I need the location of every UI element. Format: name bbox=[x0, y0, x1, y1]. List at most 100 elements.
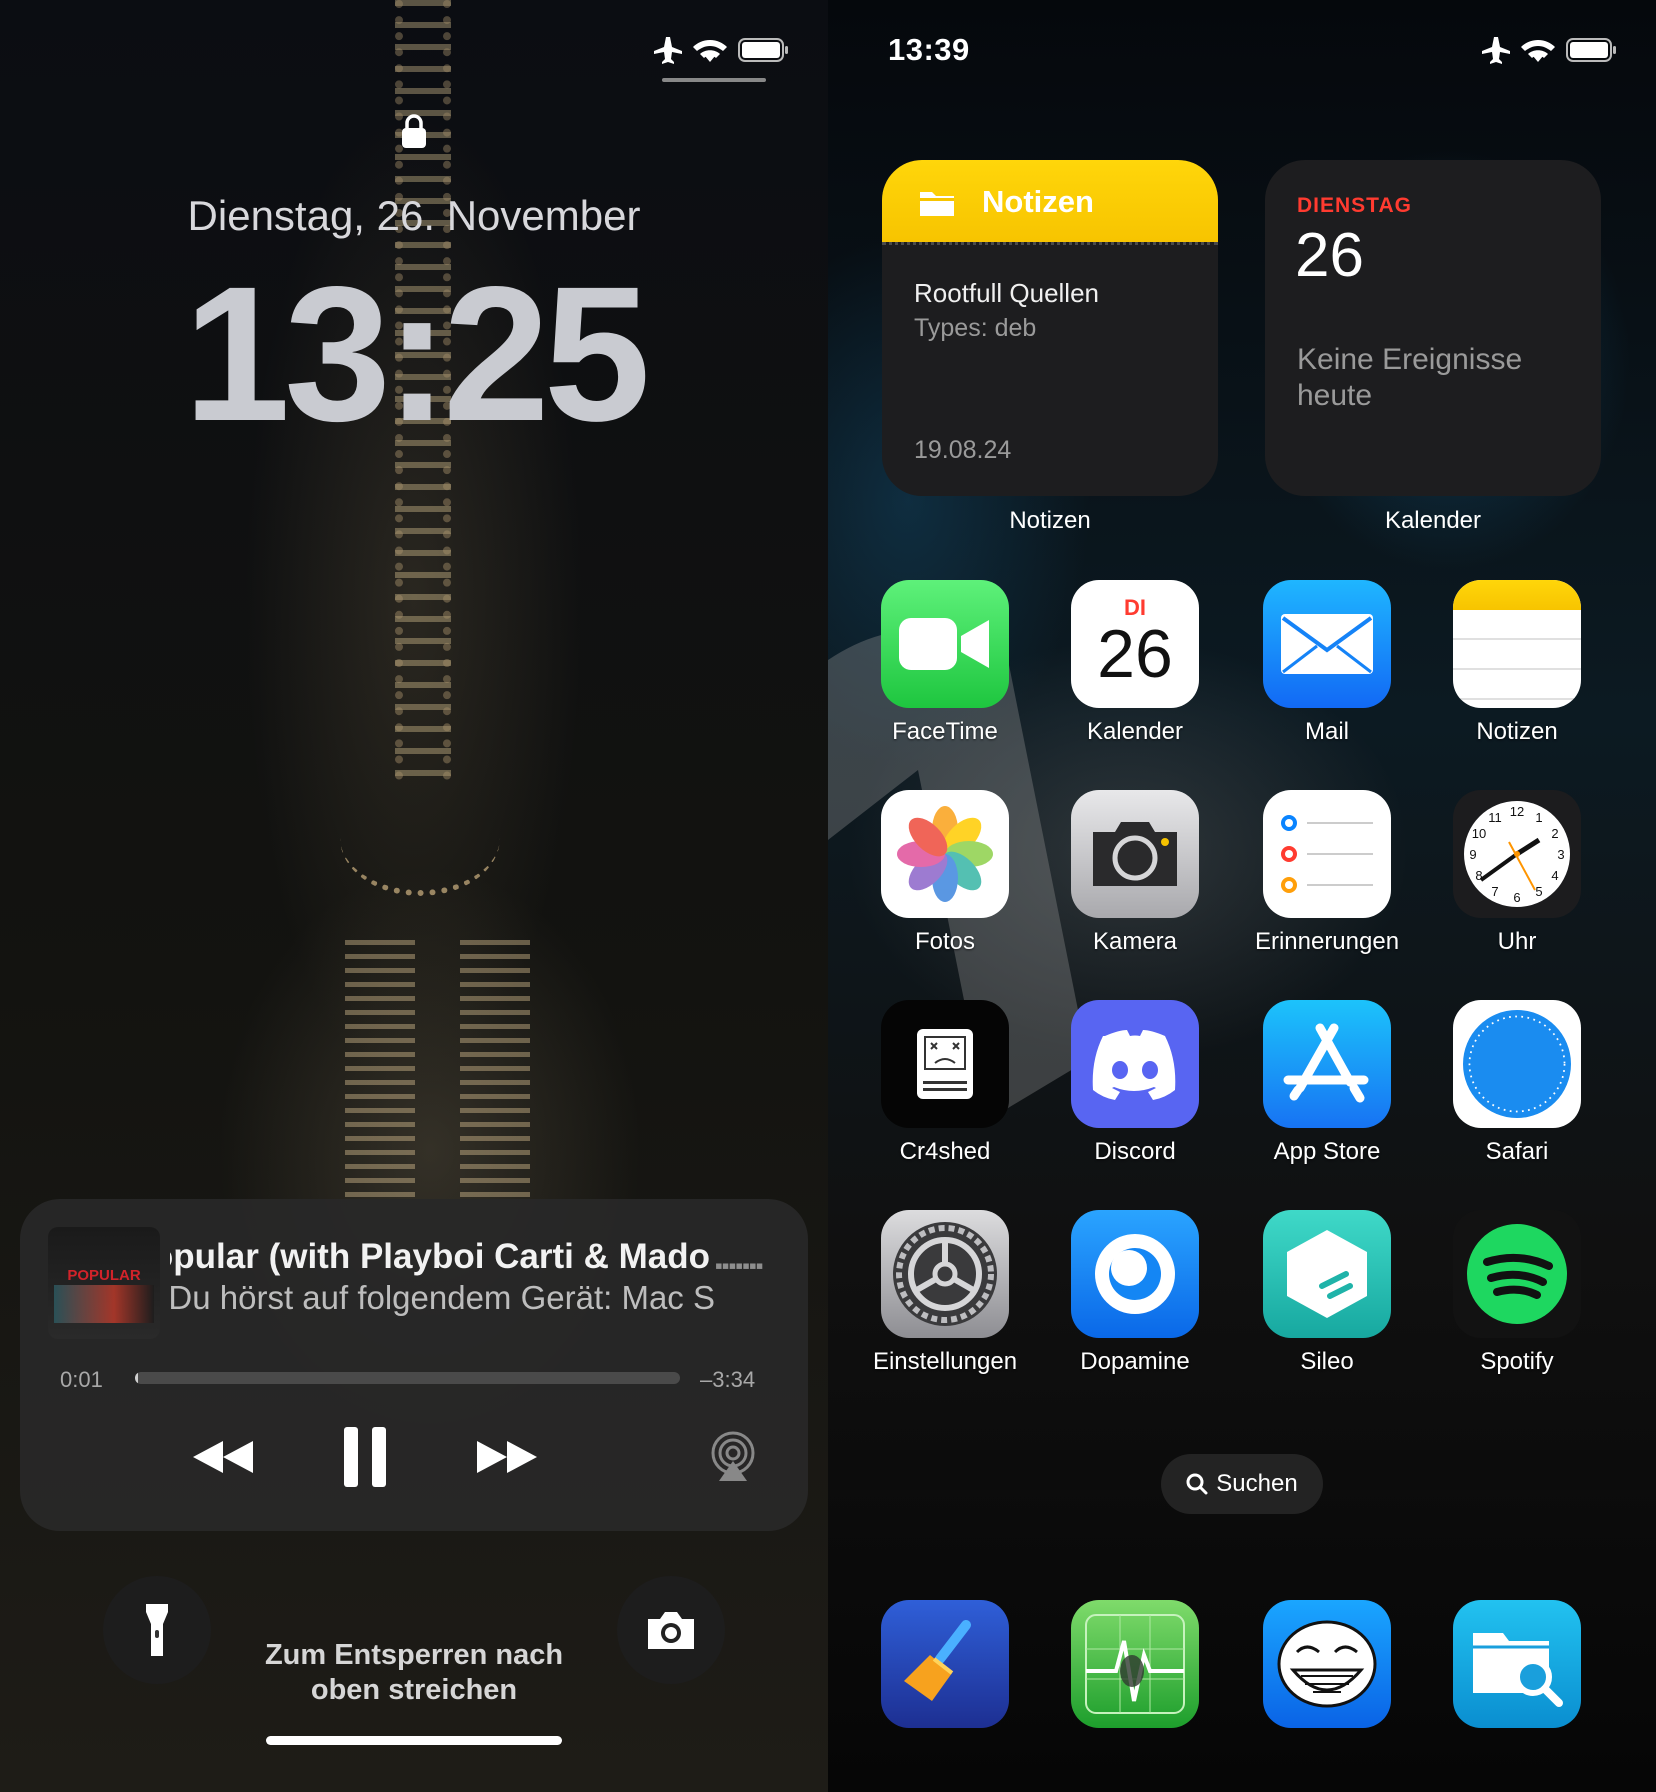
svg-text:12: 12 bbox=[1510, 804, 1524, 819]
unlock-hint-line2: oben streichen bbox=[310, 1674, 518, 1706]
app-safari[interactable]: Safari bbox=[1427, 1000, 1607, 1166]
lock-status-bar bbox=[652, 30, 790, 70]
discord-icon bbox=[1071, 1000, 1199, 1128]
home-status-icons bbox=[1480, 30, 1618, 70]
reminders-icon bbox=[1263, 790, 1391, 918]
rewind-icon bbox=[193, 1441, 253, 1473]
wallpaper-pillar bbox=[345, 940, 415, 1200]
search-icon bbox=[1186, 1473, 1208, 1495]
wifi-icon bbox=[1521, 40, 1555, 62]
unlock-hint-line1: Zum Entsperren nach bbox=[264, 1639, 564, 1671]
fast-forward-button[interactable] bbox=[472, 1427, 542, 1487]
file-search-icon bbox=[1453, 1600, 1581, 1728]
calendar-widget-label: Kalender bbox=[1384, 507, 1482, 534]
svg-text:4: 4 bbox=[1551, 868, 1558, 883]
status-time: 13:39 bbox=[888, 32, 970, 67]
control-center-indicator[interactable] bbox=[662, 78, 766, 82]
airplane-icon bbox=[654, 37, 682, 64]
lock-screen: Dienstag, 26. November 13:25 POPULAR Pop… bbox=[0, 0, 828, 1792]
lock-icon bbox=[401, 113, 427, 154]
calendar-weekday: DIENSTAG bbox=[1297, 194, 1412, 217]
app-clock[interactable]: 12 1 2 3 4 5 6 7 8 9 10 11 Uhr bbox=[1427, 790, 1607, 956]
clock-icon: 12 1 2 3 4 5 6 7 8 9 10 11 bbox=[1453, 790, 1581, 918]
home-indicator[interactable] bbox=[266, 1736, 562, 1745]
app-sileo[interactable]: Sileo bbox=[1237, 1210, 1417, 1376]
app-cr4shed[interactable]: Cr4shed bbox=[855, 1000, 1035, 1166]
lock-clock: 13:25 bbox=[183, 246, 650, 461]
airplay-button[interactable] bbox=[706, 1427, 760, 1487]
pause-icon bbox=[344, 1427, 386, 1487]
app-dopamine[interactable]: Dopamine bbox=[1045, 1210, 1225, 1376]
broom-cleaner-icon bbox=[881, 1600, 1009, 1728]
search-button[interactable]: Suchen bbox=[1161, 1454, 1323, 1514]
app-photos[interactable]: Fotos bbox=[855, 790, 1035, 956]
svg-text:8: 8 bbox=[1475, 868, 1482, 883]
airplane-icon bbox=[1482, 37, 1510, 64]
settings-gear-icon bbox=[881, 1210, 1009, 1338]
dock-app-cleaner[interactable] bbox=[855, 1600, 1035, 1728]
dock-app-activity[interactable] bbox=[1045, 1600, 1225, 1728]
calendar-no-events: Keine Ereignisse heute bbox=[1297, 343, 1523, 412]
notes-widget[interactable]: Notizen Rootfull Quellen Types: deb 19.0… bbox=[882, 160, 1218, 496]
app-facetime[interactable]: FaceTime bbox=[855, 580, 1035, 746]
svg-text:10: 10 bbox=[1472, 826, 1486, 841]
app-notes[interactable]: Notizen bbox=[1427, 580, 1607, 746]
battery-icon bbox=[738, 38, 788, 62]
unlock-hint: Zum Entsperren nach oben streichen bbox=[0, 1638, 828, 1708]
note-date: 19.08.24 bbox=[914, 436, 1012, 464]
app-store-icon bbox=[1263, 1000, 1391, 1128]
app-discord[interactable]: Discord bbox=[1045, 1000, 1225, 1166]
activity-monitor-icon bbox=[1071, 1600, 1199, 1728]
svg-text:11: 11 bbox=[1488, 810, 1502, 825]
svg-text:6: 6 bbox=[1513, 890, 1520, 905]
app-app-store[interactable]: App Store bbox=[1237, 1000, 1417, 1166]
app-reminders[interactable]: Erinnerungen bbox=[1237, 790, 1417, 956]
crashed-mac-icon bbox=[881, 1000, 1009, 1128]
app-calendar[interactable]: DI 26 Kalender bbox=[1045, 580, 1225, 746]
app-camera[interactable]: Kamera bbox=[1045, 790, 1225, 956]
notes-widget-label: Notizen bbox=[1009, 507, 1091, 534]
notes-widget-header: Notizen bbox=[882, 160, 1218, 242]
elapsed-time: 0:01 bbox=[60, 1367, 103, 1392]
home-screen: 13:39 Notizen Rootfull Quellen Types: de… bbox=[828, 0, 1656, 1792]
album-art-title: POPULAR bbox=[67, 1267, 141, 1284]
notes-icon bbox=[1453, 580, 1581, 708]
sileo-icon bbox=[1263, 1210, 1391, 1338]
dock-app-trollface[interactable] bbox=[1237, 1600, 1417, 1728]
svg-text:5: 5 bbox=[1535, 884, 1542, 899]
wallpaper-tower-pod bbox=[340, 780, 500, 896]
progress-scrubber[interactable] bbox=[135, 1372, 680, 1384]
pause-button[interactable] bbox=[338, 1427, 392, 1487]
mail-icon bbox=[1263, 580, 1391, 708]
note-subtitle: Types: deb bbox=[914, 314, 1037, 342]
svg-text:3: 3 bbox=[1557, 847, 1564, 862]
rewind-button[interactable] bbox=[188, 1427, 258, 1487]
remaining-time: –3:34 bbox=[700, 1367, 756, 1392]
fast-forward-icon bbox=[477, 1441, 537, 1473]
spotify-icon bbox=[1453, 1210, 1581, 1338]
calendar-icon: DI 26 bbox=[1071, 580, 1199, 708]
dock-app-files[interactable] bbox=[1427, 1600, 1607, 1728]
search-label: Suchen bbox=[1216, 1470, 1298, 1497]
svg-text:7: 7 bbox=[1491, 884, 1498, 899]
lock-date: Dienstag, 26. November bbox=[187, 192, 641, 239]
progress-fill bbox=[135, 1372, 138, 1384]
battery-icon bbox=[1566, 38, 1616, 62]
notes-widget-title: Notizen bbox=[982, 184, 1094, 219]
wallpaper-pillar bbox=[460, 940, 530, 1200]
airplay-audio-icon bbox=[711, 1431, 755, 1481]
calendar-widget[interactable]: DIENSTAG 26 Keine Ereignisse heute bbox=[1265, 160, 1601, 496]
svg-text:2: 2 bbox=[1551, 826, 1558, 841]
safari-compass-icon bbox=[1453, 1000, 1581, 1128]
output-device-text: Du hörst auf folgendem Gerät: Mac S bbox=[170, 1279, 715, 1316]
home-status-bar: 13:39 bbox=[888, 30, 970, 70]
app-spotify[interactable]: Spotify bbox=[1427, 1210, 1607, 1376]
svg-text:9: 9 bbox=[1469, 847, 1476, 862]
album-art[interactable]: POPULAR bbox=[48, 1227, 160, 1339]
app-mail[interactable]: Mail bbox=[1237, 580, 1417, 746]
calendar-day-number: 26 bbox=[1295, 221, 1364, 290]
track-title[interactable]: Popular (with Playboi Carti & Mado bbox=[170, 1237, 710, 1277]
camera-icon bbox=[1071, 790, 1199, 918]
wifi-icon bbox=[693, 40, 727, 62]
app-settings[interactable]: Einstellungen bbox=[855, 1210, 1035, 1376]
